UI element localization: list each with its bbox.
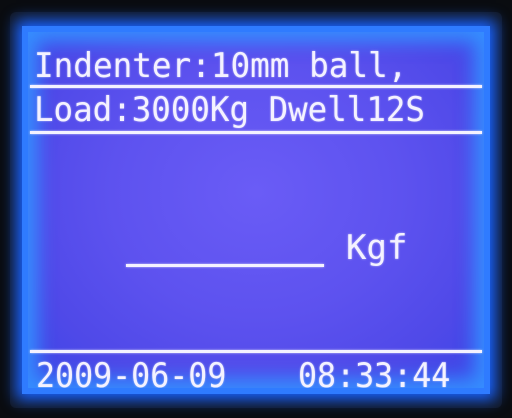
measurement-unit: Kgf: [346, 228, 408, 268]
load-dwell-setting-text: Load:3000Kg Dwell12S: [34, 90, 425, 130]
measurement-value-placeholder: [126, 264, 324, 267]
lcd-display: Indenter:10mm ball, Load:3000Kg Dwell12S…: [22, 26, 490, 394]
time-readout: 08:33:44: [298, 356, 451, 394]
header-divider-bottom: [30, 131, 482, 134]
hardness-tester-device: Indenter:10mm ball, Load:3000Kg Dwell12S…: [0, 0, 512, 418]
footer-divider: [30, 350, 482, 353]
date-readout: 2009-06-09: [36, 356, 227, 394]
indenter-setting-text: Indenter:10mm ball,: [34, 46, 408, 86]
